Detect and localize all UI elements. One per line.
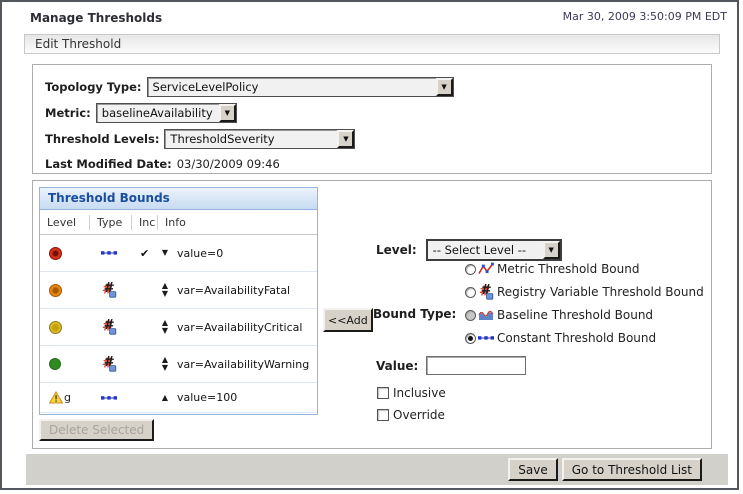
metric-threshold-icon — [478, 261, 494, 275]
level-text: g — [64, 391, 71, 404]
column-header-info: Info — [165, 215, 186, 229]
bound-type-option-metric[interactable]: Metric Threshold Bound — [465, 261, 704, 277]
table-header-row: Level Type Inc Info — [40, 210, 317, 235]
constant-threshold-icon — [478, 335, 494, 341]
last-modified-label: Last Modified Date: — [45, 156, 172, 171]
threshold-bounds-panel: Threshold Bounds Level Type Inc Info ✔ ▼… — [39, 187, 318, 415]
delete-selected-button[interactable]: Delete Selected — [39, 419, 155, 441]
chevron-down-icon[interactable]: ▼ — [337, 129, 355, 148]
value-label: Value: — [376, 358, 419, 373]
inclusive-label: Inclusive — [393, 386, 446, 400]
chevron-down-icon[interactable]: ▼ — [435, 77, 453, 96]
constant-threshold-icon — [101, 395, 117, 400]
radio-label: Registry Variable Threshold Bound — [497, 285, 704, 299]
threshold-bounds-box: Threshold Bounds Level Type Inc Info ✔ ▼… — [32, 180, 712, 449]
baseline-threshold-icon — [478, 310, 494, 321]
severity-warning-circle-icon — [49, 320, 62, 334]
column-header-level: Level — [40, 214, 90, 230]
radio-unchecked[interactable] — [465, 286, 476, 298]
registry-variable-icon — [478, 284, 494, 300]
panel-title: Threshold Bounds — [40, 188, 317, 210]
table-row[interactable]: g ▲ value=100 — [40, 383, 317, 413]
metric-value: baselineAvailability — [101, 105, 213, 120]
sort-up-down-icon[interactable]: ▲ ▼ — [160, 319, 170, 335]
inclusive-checkbox[interactable] — [377, 387, 389, 399]
column-header-type: Type — [90, 214, 132, 230]
bound-info-text: var=AvailabilityWarning — [177, 357, 310, 371]
topology-type-value: ServiceLevelPolicy — [152, 79, 259, 94]
sort-down-icon[interactable]: ▼ — [160, 249, 170, 257]
topology-type-select[interactable]: ServiceLevelPolicy ▼ — [146, 76, 454, 97]
bound-info-text: value=0 — [177, 246, 224, 260]
severity-fatal-circle-icon — [49, 246, 62, 260]
sort-up-down-icon[interactable]: ▲ ▼ — [160, 282, 170, 298]
goto-threshold-list-button[interactable]: Go to Threshold List — [561, 458, 702, 481]
sort-up-icon[interactable]: ▲ — [160, 393, 170, 402]
inclusive-checkmark: ✔ — [140, 246, 150, 260]
severity-critical-circle-icon — [49, 283, 62, 297]
chevron-down-icon[interactable]: ▼ — [542, 241, 560, 259]
registry-variable-icon — [101, 282, 117, 298]
bound-type-option-registry[interactable]: Registry Variable Threshold Bound — [465, 284, 704, 300]
bound-type-radio-group: Metric Threshold Bound Registry Variable… — [465, 261, 704, 346]
footer-bar: Save Go to Threshold List — [26, 454, 728, 485]
threshold-form-box: Topology Type: ServiceLevelPolicy ▼ Metr… — [32, 64, 712, 174]
value-input[interactable] — [426, 356, 527, 375]
bound-info-text: var=AvailabilityCritical — [177, 320, 303, 334]
radio-unchecked[interactable] — [465, 263, 476, 275]
metric-label: Metric: — [45, 105, 91, 120]
threshold-levels-label: Threshold Levels: — [45, 131, 160, 146]
inclusive-option[interactable]: Inclusive — [377, 386, 446, 400]
registry-variable-icon — [101, 319, 117, 335]
threshold-levels-select[interactable]: ThresholdSeverity ▼ — [164, 128, 356, 149]
level-label: Level: — [376, 243, 417, 257]
table-row[interactable]: ▲ ▼ var=AvailabilityWarning — [40, 346, 317, 383]
level-select[interactable]: -- Select Level -- ▼ — [425, 239, 562, 261]
metric-select[interactable]: baselineAvailability ▼ — [95, 102, 237, 123]
table-row[interactable]: ✔ ▼ value=0 — [40, 235, 317, 272]
bound-info-text: value=100 — [177, 391, 238, 404]
radio-checked[interactable] — [465, 332, 476, 344]
table-row[interactable]: ▲ ▼ var=AvailabilityFatal — [40, 272, 317, 309]
bound-type-option-baseline[interactable]: Baseline Threshold Bound — [465, 307, 704, 323]
severity-normal-circle-icon — [49, 358, 61, 370]
radio-label: Constant Threshold Bound — [497, 331, 657, 345]
radio-label: Baseline Threshold Bound — [497, 308, 654, 322]
header-timestamp: Mar 30, 2009 3:50:09 PM EDT — [562, 10, 727, 23]
last-modified-value: 03/30/2009 09:46 — [176, 156, 280, 171]
tab-edit-threshold: Edit Threshold — [24, 34, 720, 54]
bound-info-text: var=AvailabilityFatal — [177, 283, 291, 297]
warning-triangle-icon — [49, 391, 63, 404]
constant-threshold-icon — [101, 250, 117, 256]
chevron-down-icon[interactable]: ▼ — [218, 103, 236, 122]
bound-type-label: Bound Type: — [373, 307, 457, 321]
override-label: Override — [393, 408, 445, 422]
add-button[interactable]: <<Add — [323, 308, 373, 332]
radio-disabled[interactable] — [465, 309, 476, 321]
override-option[interactable]: Override — [377, 408, 445, 422]
page-title: Manage Thresholds — [30, 11, 163, 25]
save-button[interactable]: Save — [508, 458, 558, 481]
manage-thresholds-page: Manage Thresholds Mar 30, 2009 3:50:09 P… — [0, 0, 739, 490]
topology-type-label: Topology Type: — [45, 79, 142, 94]
level-value: -- Select Level -- — [432, 243, 527, 257]
sort-up-down-icon[interactable]: ▲ ▼ — [160, 356, 170, 372]
bound-type-option-constant[interactable]: Constant Threshold Bound — [465, 330, 704, 346]
override-checkbox[interactable] — [377, 409, 389, 421]
registry-variable-icon — [101, 356, 117, 372]
column-header-inc: Inc — [132, 214, 158, 230]
threshold-levels-value: ThresholdSeverity — [170, 131, 275, 146]
table-row[interactable]: ▲ ▼ var=AvailabilityCritical — [40, 309, 317, 346]
radio-label: Metric Threshold Bound — [497, 262, 640, 276]
